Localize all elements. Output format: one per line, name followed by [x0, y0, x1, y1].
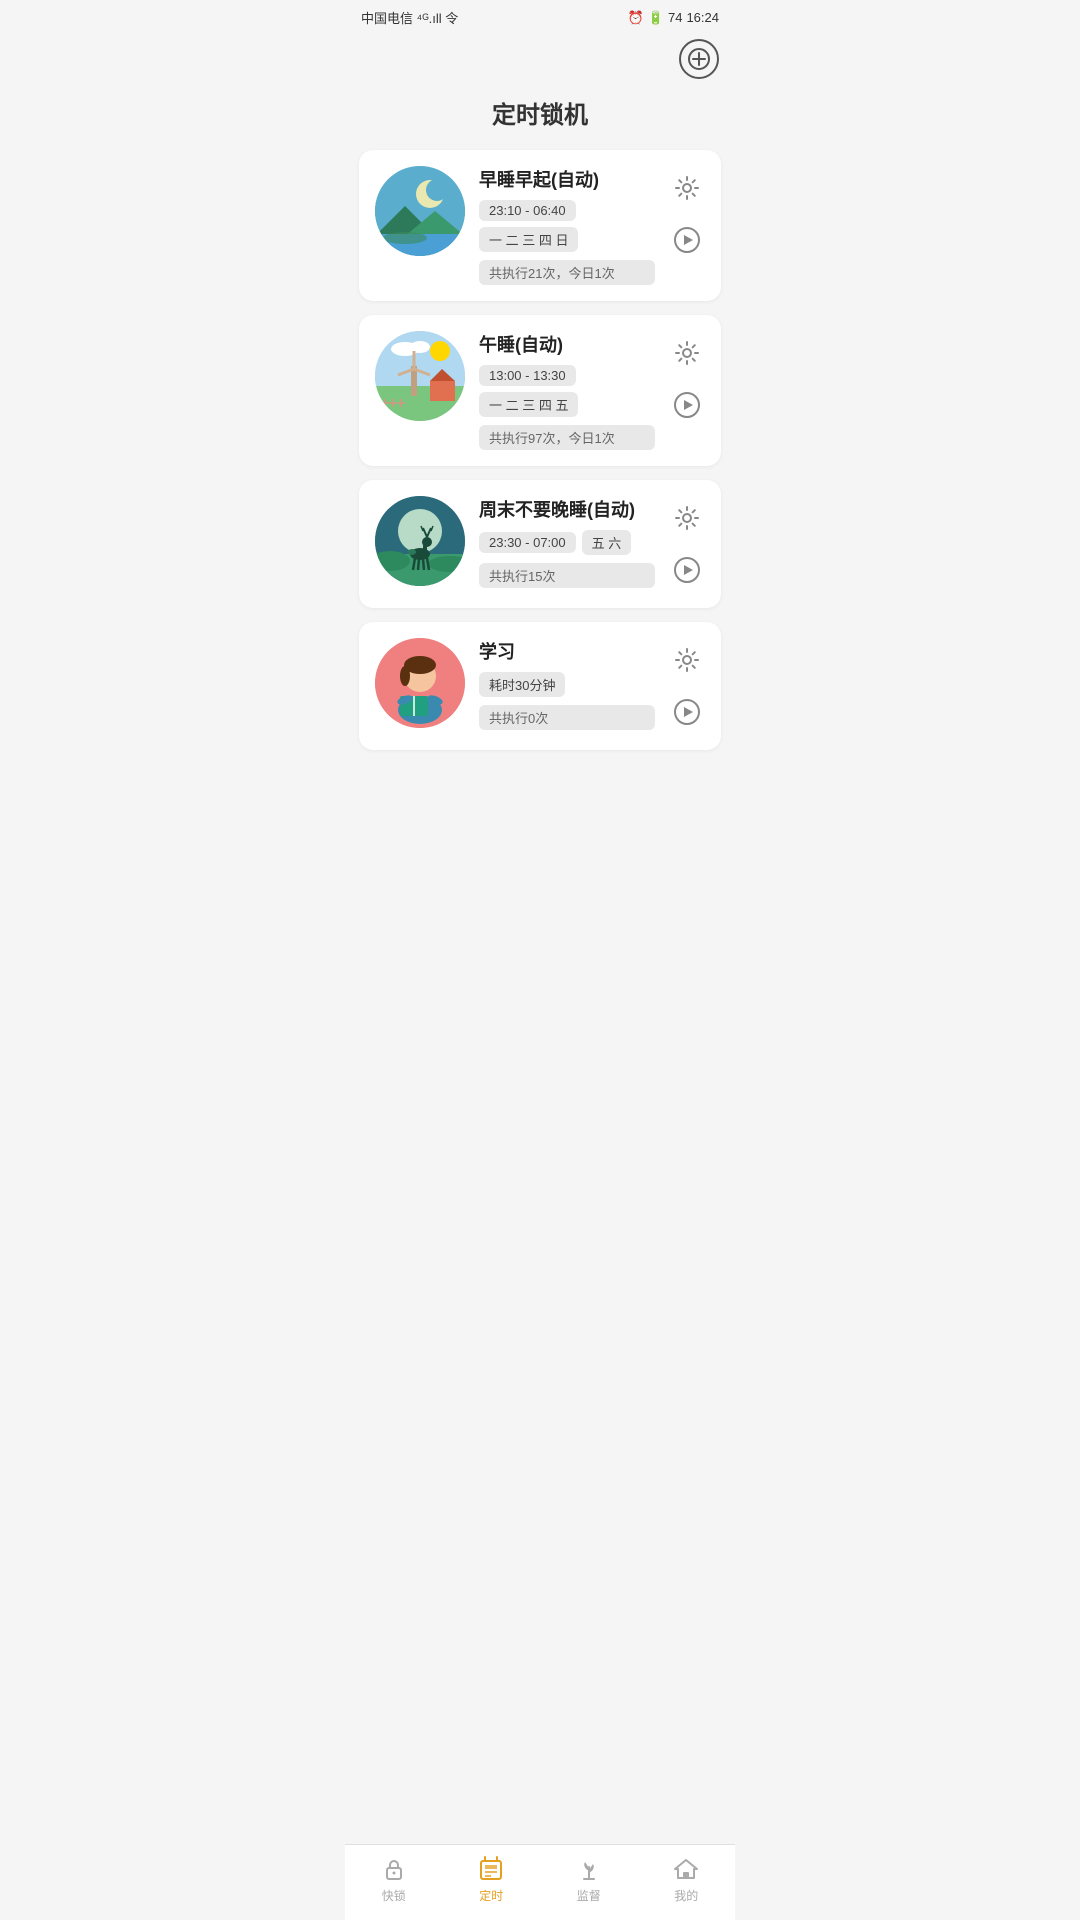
card-4-stat: 共执行0次 [479, 705, 655, 730]
card-1-stat: 共执行21次，今日1次 [479, 260, 655, 285]
card-2-settings-button[interactable] [669, 335, 705, 371]
card-1-settings-button[interactable] [669, 170, 705, 206]
card-early-sleep: 早睡早起(自动) 23:10 - 06:40 一 二 三 四 日 共执行21次，… [359, 150, 721, 301]
card-1-days: 一 二 三 四 日 [479, 227, 578, 252]
cards-container: 早睡早起(自动) 23:10 - 06:40 一 二 三 四 日 共执行21次，… [345, 150, 735, 750]
card-3-content: 周末不要晚睡(自动) 23:30 - 07:00 五 六 共执行15次 [479, 496, 655, 588]
nav-monitor[interactable]: 监督 [540, 1855, 638, 1904]
card-1-title: 早睡早起(自动) [479, 166, 655, 192]
card-image-1 [375, 166, 465, 256]
card-4-title: 学习 [479, 638, 655, 664]
card-image-4 [375, 638, 465, 728]
nav-timer[interactable]: 定时 [443, 1855, 541, 1904]
card-1-tags: 23:10 - 06:40 一 二 三 四 日 [479, 200, 655, 252]
status-bar: 中国电信 ⁴ᴳ.ıll 令 ⏰ 🔋 74 16:24 [345, 0, 735, 31]
card-noon-sleep: 午睡(自动) 13:00 - 13:30 一 二 三 四 五 共执行97次，今日… [359, 315, 721, 466]
card-4-play-button[interactable] [669, 694, 705, 730]
card-2-play-button[interactable] [669, 387, 705, 423]
card-image-3 [375, 496, 465, 586]
bottom-nav: 快锁 定时 监 [345, 1844, 735, 1920]
header [345, 31, 735, 87]
mine-icon [672, 1855, 700, 1883]
card-3-play-button[interactable] [669, 552, 705, 588]
card-image-2 [375, 331, 465, 421]
nav-timer-label: 定时 [479, 1887, 503, 1904]
card-weekend-sleep: 周末不要晚睡(自动) 23:30 - 07:00 五 六 共执行15次 [359, 480, 721, 608]
card-2-timerange: 13:00 - 13:30 [479, 365, 576, 386]
card-3-timerange: 23:30 - 07:00 [479, 532, 576, 553]
quicklock-icon [380, 1855, 408, 1883]
card-1-play-button[interactable] [669, 222, 705, 258]
nav-monitor-label: 监督 [577, 1887, 601, 1904]
card-2-title: 午睡(自动) [479, 331, 655, 357]
card-4-duration: 耗时30分钟 [479, 672, 565, 697]
timer-icon [477, 1855, 505, 1883]
card-3-stat: 共执行15次 [479, 563, 655, 588]
card-2-content: 午睡(自动) 13:00 - 13:30 一 二 三 四 五 共执行97次，今日… [479, 331, 655, 450]
nav-mine[interactable]: 我的 [638, 1855, 736, 1904]
page-title: 定时锁机 [345, 87, 735, 150]
card-4-settings-button[interactable] [669, 642, 705, 678]
card-3-actions [669, 496, 705, 592]
card-3-days: 五 六 [582, 530, 632, 555]
card-2-stat: 共执行97次，今日1次 [479, 425, 655, 450]
card-4-tags: 耗时30分钟 [479, 672, 655, 697]
monitor-icon [575, 1855, 603, 1883]
card-1-actions [669, 166, 705, 262]
card-2-tags: 13:00 - 13:30 一 二 三 四 五 [479, 365, 655, 417]
status-right: ⏰ 🔋 74 16:24 [628, 10, 719, 26]
card-2-actions [669, 331, 705, 427]
card-1-content: 早睡早起(自动) 23:10 - 06:40 一 二 三 四 日 共执行21次，… [479, 166, 655, 285]
card-3-tags: 23:30 - 07:00 五 六 [479, 530, 655, 555]
nav-quicklock[interactable]: 快锁 [345, 1855, 443, 1904]
add-button[interactable] [679, 39, 719, 79]
card-2-days: 一 二 三 四 五 [479, 392, 578, 417]
nav-quicklock-label: 快锁 [382, 1887, 406, 1904]
card-1-timerange: 23:10 - 06:40 [479, 200, 576, 221]
card-3-title: 周末不要晚睡(自动) [479, 496, 655, 522]
card-4-actions [669, 638, 705, 734]
carrier-signal: 中国电信 ⁴ᴳ.ıll 令 [361, 8, 458, 27]
card-3-settings-button[interactable] [669, 500, 705, 536]
card-study: 学习 耗时30分钟 共执行0次 [359, 622, 721, 750]
card-4-content: 学习 耗时30分钟 共执行0次 [479, 638, 655, 730]
nav-mine-label: 我的 [674, 1887, 698, 1904]
